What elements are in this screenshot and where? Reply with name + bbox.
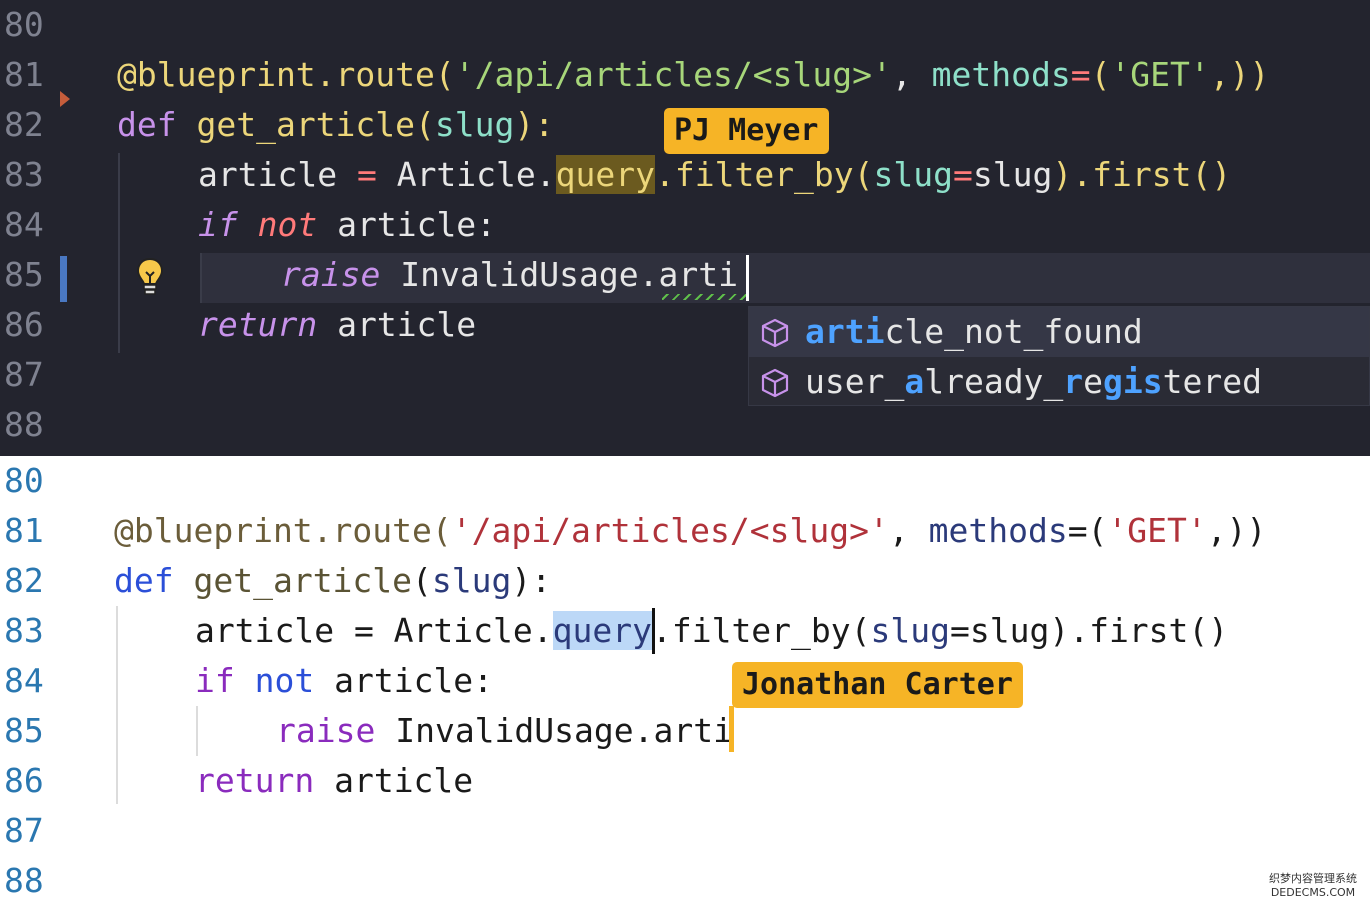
code-line[interactable]: 84 if not article: — [0, 200, 1370, 250]
line-number: 80 — [4, 5, 44, 44]
code-text: if not article: — [198, 205, 497, 244]
line-number: 81 — [4, 55, 44, 94]
code-line[interactable]: 87 — [0, 806, 1370, 856]
code-line[interactable]: 85 raise InvalidUsage.arti — [0, 250, 1370, 300]
code-text: def get_article(slug): — [114, 561, 552, 600]
code-text: return article — [195, 761, 474, 800]
text-cursor — [652, 608, 655, 654]
autocomplete-item[interactable]: user_already_registered — [749, 357, 1369, 407]
line-number: 82 — [4, 105, 44, 144]
code-line[interactable]: 82 def get_article(slug): — [0, 556, 1370, 606]
code-line[interactable]: 83 article = Article.query.filter_by(slu… — [0, 606, 1370, 656]
code-line[interactable]: 88 — [0, 400, 1370, 450]
remote-cursor — [729, 706, 734, 752]
code-text: raise InvalidUsage.arti — [276, 711, 733, 750]
text-selection: query — [552, 611, 652, 650]
line-number: 85 — [4, 711, 44, 750]
code-line[interactable]: 83 article = Article.query.filter_by(slu… — [0, 150, 1370, 200]
cube-icon — [761, 368, 789, 398]
line-number: 84 — [4, 205, 44, 244]
code-line[interactable]: 80 — [0, 0, 1370, 50]
autocomplete-label: article_not_found — [805, 312, 1143, 351]
code-text: article = Article.query.filter_by(slug=s… — [198, 155, 1232, 194]
line-number: 84 — [4, 661, 44, 700]
line-number: 87 — [4, 811, 44, 850]
code-line[interactable]: 85 raise InvalidUsage.arti — [0, 706, 1370, 756]
code-line[interactable]: 80 — [0, 456, 1370, 506]
code-text: @blueprint.route('/api/articles/<slug>',… — [114, 511, 1267, 550]
line-number: 81 — [4, 511, 44, 550]
code-text: def get_article(slug): — [117, 105, 555, 144]
line-number: 80 — [4, 461, 44, 500]
code-text: raise InvalidUsage.arti — [281, 255, 738, 294]
watermark-logo: 织梦内容管理系统 DEDECMS.COM — [1269, 872, 1357, 899]
autocomplete-label: user_already_registered — [805, 362, 1262, 401]
autocomplete-popup[interactable]: article_not_found user_already_registere… — [748, 306, 1370, 406]
line-number: 83 — [4, 611, 44, 650]
code-text: @blueprint.route('/api/articles/<slug>',… — [117, 55, 1270, 94]
text-cursor — [746, 255, 749, 301]
line-number: 86 — [4, 305, 44, 344]
collaborator-tag: PJ Meyer — [664, 108, 829, 154]
collaborator-tag: Jonathan Carter — [732, 662, 1023, 708]
error-squiggle — [662, 294, 746, 300]
code-line[interactable]: 86 return article — [0, 756, 1370, 806]
line-number: 85 — [4, 255, 44, 294]
line-number: 83 — [4, 155, 44, 194]
line-number: 86 — [4, 761, 44, 800]
code-line[interactable]: 88 — [0, 856, 1370, 906]
cube-icon — [761, 318, 789, 348]
line-number: 88 — [4, 405, 44, 444]
code-line[interactable]: 81 @blueprint.route('/api/articles/<slug… — [0, 50, 1370, 100]
light-editor-pane[interactable]: 80 81 @blueprint.route('/api/articles/<s… — [0, 456, 1370, 908]
code-text: if not article: — [195, 661, 494, 700]
remote-selection: query — [555, 155, 655, 194]
code-line[interactable]: 81 @blueprint.route('/api/articles/<slug… — [0, 506, 1370, 556]
code-line[interactable]: 84 if not article: — [0, 656, 1370, 706]
line-number: 88 — [4, 861, 44, 900]
code-text: return article — [198, 305, 477, 344]
line-number: 82 — [4, 561, 44, 600]
code-text: article = Article.query.filter_by(slug=s… — [195, 611, 1229, 650]
dark-editor-pane[interactable]: 80 81 @blueprint.route('/api/articles/<s… — [0, 0, 1370, 456]
line-number: 87 — [4, 355, 44, 394]
autocomplete-item[interactable]: article_not_found — [749, 307, 1369, 357]
lightbulb-icon[interactable] — [130, 253, 170, 301]
